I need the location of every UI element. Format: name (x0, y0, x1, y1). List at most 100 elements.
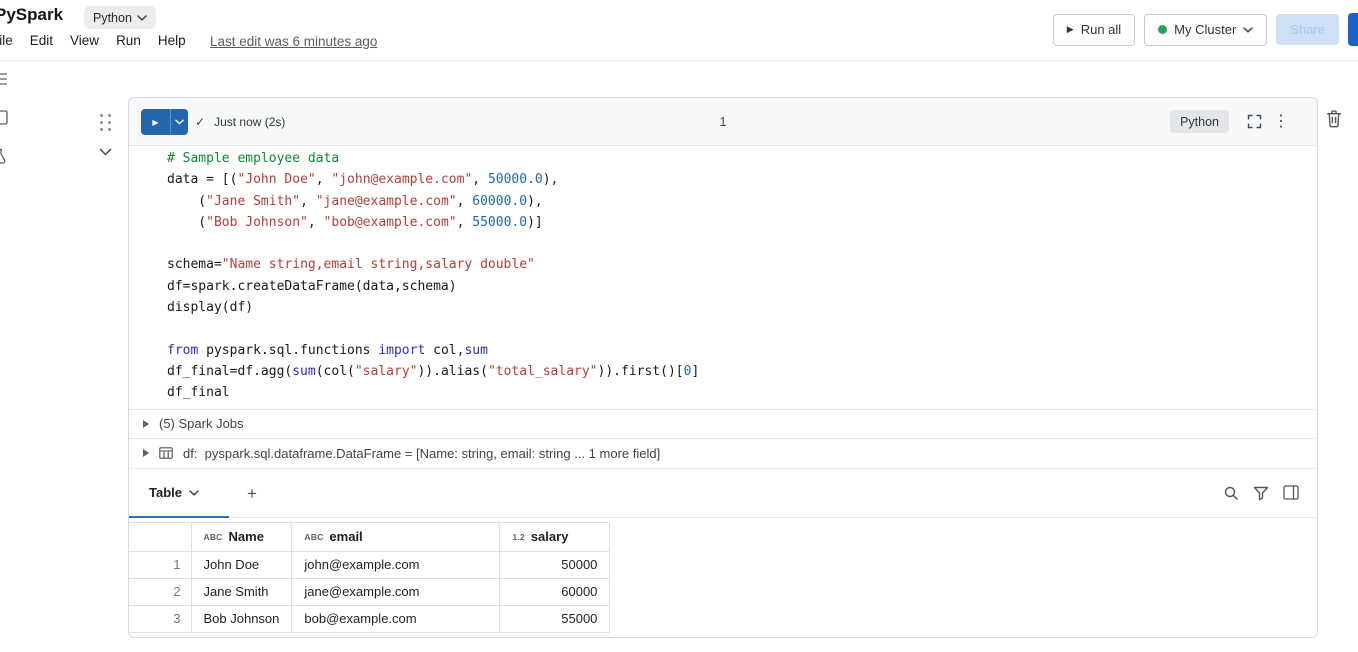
table-of-contents-icon[interactable] (0, 72, 8, 91)
play-icon: ▶ (1067, 24, 1074, 35)
notebook-language-selector[interactable]: Python (84, 6, 156, 29)
menu-bar: File Edit View Run Help (0, 33, 186, 48)
table-header-row: ABC Name ABC email 1.2 salary (129, 522, 610, 551)
data-cell: Bob Johnson (191, 605, 292, 632)
cell-run-status: ✓ Just now (2s) (195, 98, 285, 146)
table-row: 1John Doejohn@example.com50000 (129, 551, 610, 578)
menu-view[interactable]: View (70, 33, 99, 48)
result-table-container: ABC Name ABC email 1.2 salary 1John Doejohn@e… (129, 522, 1317, 633)
output-toolbar: Table + (129, 468, 1317, 518)
top-bar: PySpark Python File Edit View Run Help Last … (0, 0, 1358, 61)
table-row: 3Bob Johnsonbob@example.com55000 (129, 605, 610, 632)
data-cell: john@example.com (292, 551, 500, 578)
tab-table-label: Table (149, 485, 182, 500)
code-line: display(df) (167, 297, 1301, 318)
menu-run[interactable]: Run (116, 33, 141, 48)
code-line: # Sample employee data (167, 148, 1301, 169)
data-cell: 60000 (500, 578, 610, 605)
share-button[interactable]: Share (1276, 14, 1339, 45)
active-tab-underline (129, 516, 229, 518)
cell-toolbar: ▶ ✓ Just now (2s) 1 Python ⋮ (129, 98, 1317, 146)
code-line (167, 233, 1301, 254)
result-table: ABC Name ABC email 1.2 salary 1John Doejohn@e… (129, 522, 610, 633)
data-cell: jane@example.com (292, 578, 500, 605)
expand-triangle-icon (143, 449, 149, 457)
code-line: ("Jane Smith", "jane@example.com", 60000… (167, 191, 1301, 212)
code-editor[interactable]: # Sample employee datadata = [("John Doe… (129, 146, 1317, 409)
primary-action-button[interactable] (1348, 13, 1358, 46)
run-all-button[interactable]: ▶ Run all (1053, 14, 1135, 46)
code-line: df_final=df.agg(sum(col("salary")).alias… (167, 361, 1301, 382)
cluster-selector-button[interactable]: My Cluster (1144, 14, 1267, 46)
cell-collapse-chevron-icon[interactable] (99, 143, 112, 161)
last-run-status-text: Just now (2s) (214, 115, 285, 129)
cluster-status-icon (1158, 25, 1167, 34)
code-line: df=spark.createDataFrame(data,schema) (167, 276, 1301, 297)
delete-cell-trash-icon[interactable] (1326, 110, 1342, 133)
side-panel-icon[interactable] (1283, 485, 1299, 500)
menu-file[interactable]: File (0, 33, 13, 48)
cell-menu-kebab-icon[interactable]: ⋮ (1273, 111, 1289, 131)
cell-drag-handle[interactable] (100, 114, 111, 131)
dataframe-summary: df: pyspark.sql.dataframe.DataFrame = [N… (183, 446, 660, 461)
data-cell: Jane Smith (191, 578, 292, 605)
add-visualization-button[interactable]: + (239, 481, 265, 507)
last-edit-link[interactable]: Last edit was 6 minutes ago (210, 34, 377, 49)
code-line: schema="Name string,email string,salary … (167, 254, 1301, 275)
notebook-cell: ▶ ✓ Just now (2s) 1 Python ⋮ # Sample em… (128, 97, 1318, 638)
output-actions (1223, 469, 1299, 517)
column-type-icon: ABC (304, 532, 323, 542)
fullscreen-icon[interactable] (1247, 114, 1262, 134)
data-cell: bob@example.com (292, 605, 500, 632)
notebook-app: PySpark Python File Edit View Run Help Last … (0, 0, 1358, 652)
run-all-label: Run all (1081, 22, 1121, 37)
cell-number: 1 (129, 98, 1317, 146)
data-cell: John Doe (191, 551, 292, 578)
column-header-Name[interactable]: ABC Name (191, 522, 292, 551)
chevron-down-icon (1243, 27, 1253, 33)
share-label: Share (1290, 22, 1325, 37)
panel-icon[interactable] (0, 110, 8, 130)
dataframe-expander[interactable]: df: pyspark.sql.dataframe.DataFrame = [N… (129, 438, 1317, 468)
column-header-salary[interactable]: 1.2 salary (500, 522, 610, 551)
spark-jobs-expander[interactable]: (5) Spark Jobs (129, 409, 1317, 438)
column-header-email[interactable]: ABC email (292, 522, 500, 551)
column-type-icon: ABC (204, 532, 223, 542)
menu-help[interactable]: Help (158, 33, 186, 48)
language-label: Python (93, 11, 132, 25)
top-actions: ▶ Run all My Cluster Share (1053, 13, 1358, 46)
search-icon[interactable] (1223, 485, 1239, 501)
cell-language-badge[interactable]: Python (1170, 110, 1229, 133)
column-label: email (329, 529, 362, 544)
table-row: 2Jane Smithjane@example.com60000 (129, 578, 610, 605)
column-type-icon: 1.2 (512, 532, 524, 542)
row-index-cell: 2 (129, 578, 191, 605)
column-label: salary (531, 529, 569, 544)
notebook-title: PySpark (0, 5, 63, 25)
cluster-label: My Cluster (1174, 22, 1236, 37)
flask-icon[interactable] (0, 148, 8, 169)
run-cell-play-icon[interactable]: ▶ (141, 109, 170, 135)
success-check-icon: ✓ (195, 115, 205, 129)
code-line: data = [("John Doe", "john@example.com",… (167, 169, 1301, 190)
row-index-cell: 3 (129, 605, 191, 632)
data-cell: 50000 (500, 551, 610, 578)
chevron-down-icon (189, 490, 199, 496)
expand-triangle-icon (143, 420, 149, 428)
code-line: ("Bob Johnson", "bob@example.com", 55000… (167, 212, 1301, 233)
code-line: from pyspark.sql.functions import col,su… (167, 340, 1301, 361)
column-label: Name (229, 529, 264, 544)
run-options-chevron-icon[interactable] (171, 109, 188, 135)
row-index-header (129, 522, 191, 551)
menu-edit[interactable]: Edit (30, 33, 53, 48)
code-line (167, 318, 1301, 339)
row-index-cell: 1 (129, 551, 191, 578)
spark-jobs-label: (5) Spark Jobs (159, 416, 244, 431)
chevron-down-icon (137, 15, 147, 21)
code-line: df_final (167, 382, 1301, 403)
filter-icon[interactable] (1253, 485, 1269, 501)
data-cell: 55000 (500, 605, 610, 632)
dataframe-table-icon (159, 447, 173, 459)
tab-table[interactable]: Table (129, 469, 229, 517)
run-cell-button: ▶ (141, 109, 188, 135)
